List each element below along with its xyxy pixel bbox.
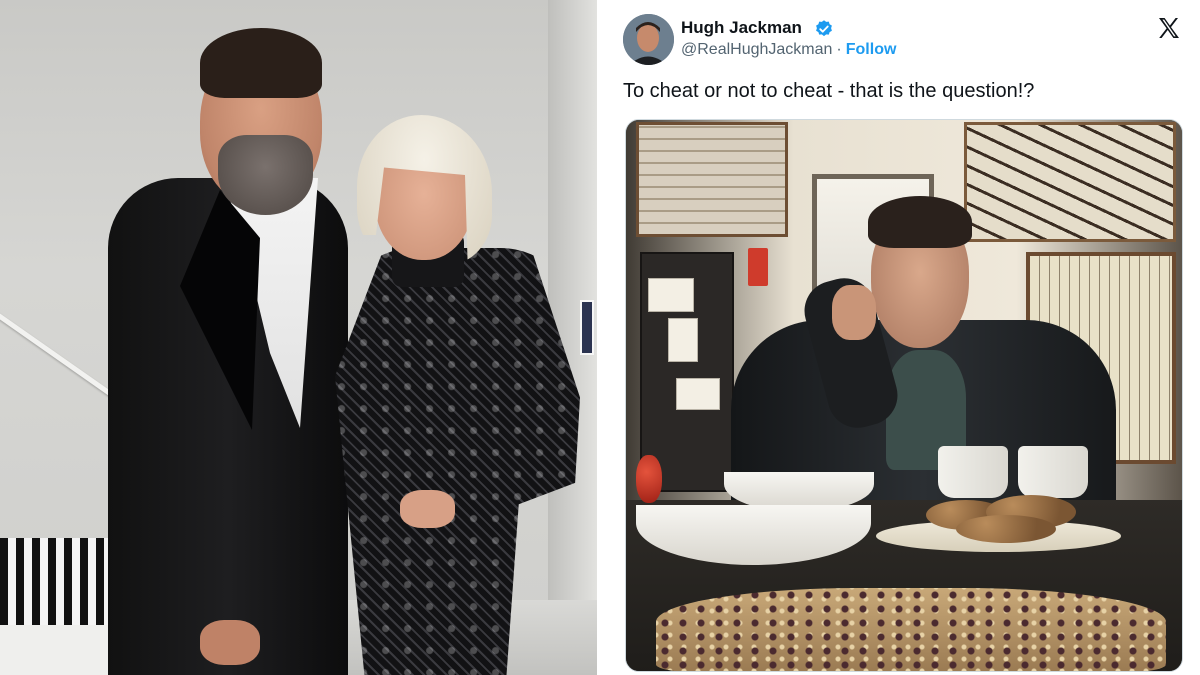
cookie <box>956 515 1056 543</box>
tool-board-left <box>636 122 788 237</box>
profile-avatar[interactable] <box>623 14 674 65</box>
apple <box>636 455 662 503</box>
pinned-note <box>668 318 698 362</box>
man-hair <box>868 196 972 248</box>
man-hair <box>200 28 322 98</box>
verified-badge-icon <box>816 20 832 37</box>
avatar-portrait-icon <box>623 14 674 65</box>
mug <box>1018 446 1088 498</box>
follow-button[interactable]: Follow <box>846 41 897 58</box>
display-name[interactable]: Hugh Jackman <box>681 18 802 38</box>
tool-board-top-right <box>964 122 1176 242</box>
user-handle[interactable]: @RealHughJackman <box>681 41 832 58</box>
handle-row: @RealHughJackman · Follow <box>681 41 896 59</box>
pinned-note <box>648 278 694 312</box>
stair-railing <box>0 300 113 397</box>
wall-picture <box>580 300 594 355</box>
pinned-note <box>676 378 720 410</box>
flapjack <box>656 588 1166 671</box>
tweet-card: Hugh Jackman @RealHughJackman · Follow To … <box>599 0 1200 675</box>
man-hand-phone <box>832 285 876 340</box>
separator-dot: · <box>836 41 842 58</box>
man-beard <box>218 135 313 215</box>
tweet-media-image[interactable] <box>625 119 1183 672</box>
mug <box>938 446 1008 498</box>
couple-photo <box>0 0 597 675</box>
woman-hand <box>400 490 455 528</box>
fire-sign <box>748 248 768 286</box>
tweet-text: To cheat or not to cheat - that is the q… <box>623 80 1035 102</box>
x-logo-icon[interactable] <box>1157 16 1181 40</box>
man-hand <box>200 620 260 665</box>
